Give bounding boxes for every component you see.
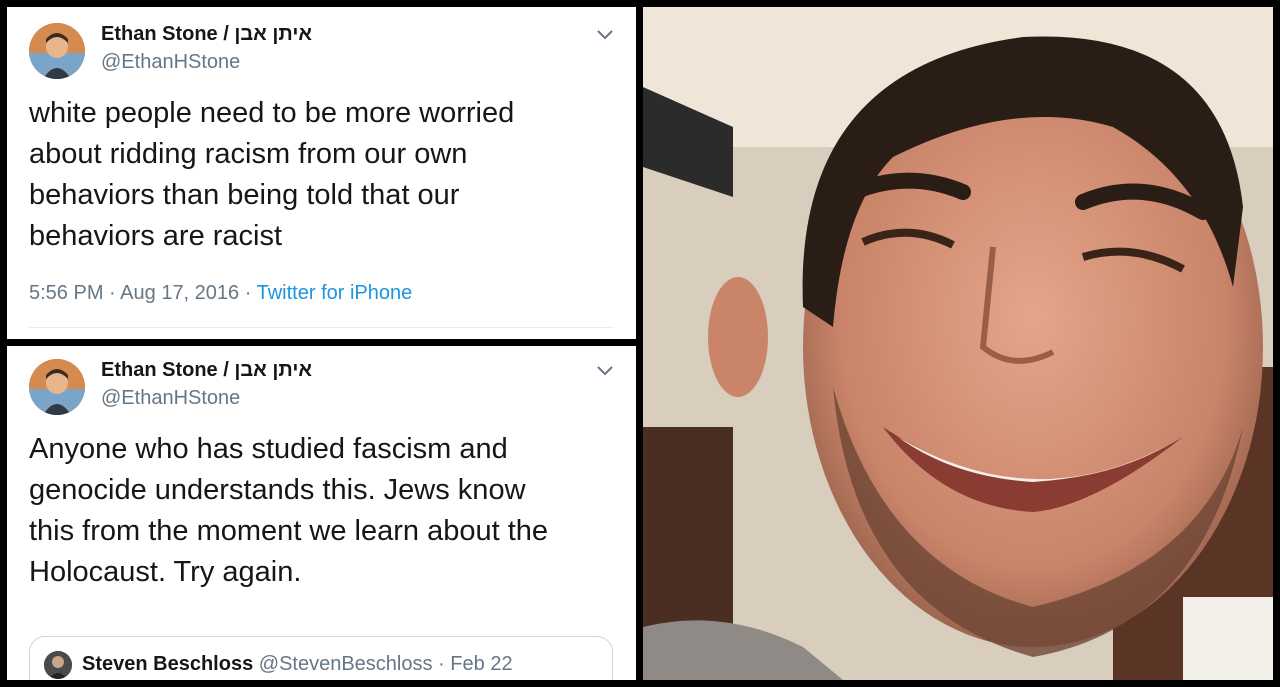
tweet-meta: 5:56 PM · Aug 17, 2016 · Twitter for iPh…: [29, 282, 412, 305]
tweet-card-2[interactable]: Ethan Stone / איתן אבן @EthanHStone Anyo…: [7, 346, 636, 680]
quoted-tweet[interactable]: Steven Beschloss @StevenBeschloss · Feb …: [29, 636, 613, 680]
user-handle[interactable]: @EthanHStone: [101, 387, 240, 410]
quote-display-name: Steven Beschloss: [82, 653, 254, 675]
divider: [29, 327, 614, 328]
avatar[interactable]: [29, 23, 85, 79]
tweet-text-line: behaviors than being told that our: [29, 179, 460, 211]
tweet-text-line: Anyone who has studied fascism and: [29, 433, 508, 465]
tweet-text-line: this from the moment we learn about the: [29, 515, 549, 547]
tweet-text-line: Holocaust. Try again.: [29, 556, 302, 588]
quote-avatar[interactable]: [44, 651, 72, 679]
portrait-image: [643, 7, 1273, 680]
user-handle[interactable]: @EthanHStone: [101, 51, 240, 74]
tweet-date[interactable]: Aug 17, 2016: [120, 282, 239, 304]
meta-separator: ·: [244, 282, 252, 304]
tweet-text: white people need to be more worried abo…: [29, 93, 619, 257]
tweet-text-line: genocide understands this. Jews know: [29, 474, 526, 506]
display-name[interactable]: Ethan Stone / איתן אבן: [101, 23, 312, 46]
tweet-time[interactable]: 5:56 PM: [29, 282, 103, 304]
tweet-text-line: behaviors are racist: [29, 220, 283, 252]
avatar[interactable]: [29, 359, 85, 415]
avatar-photo: [44, 651, 72, 679]
tweet-source-link[interactable]: Twitter for iPhone: [257, 282, 413, 304]
avatar-photo: [29, 359, 85, 415]
chevron-down-icon[interactable]: [596, 365, 614, 377]
meta-separator: ·: [109, 282, 116, 304]
chevron-down-icon[interactable]: [596, 29, 614, 41]
tweet-card-1[interactable]: Ethan Stone / איתן אבן @EthanHStone whit…: [7, 7, 636, 339]
tweet-text-line: white people need to be more worried: [29, 97, 515, 129]
quote-date: Feb 22: [450, 653, 513, 675]
quote-author[interactable]: Steven Beschloss @StevenBeschloss · Feb …: [82, 653, 513, 676]
profile-photo: [643, 7, 1273, 680]
meta-separator: ·: [438, 653, 445, 675]
display-name[interactable]: Ethan Stone / איתן אבן: [101, 359, 312, 382]
tweet-text-line: about ridding racism from our own: [29, 138, 468, 170]
tweet-text: Anyone who has studied fascism and genoc…: [29, 429, 619, 593]
avatar-photo: [29, 23, 85, 79]
quote-handle: @StevenBeschloss: [258, 653, 433, 675]
